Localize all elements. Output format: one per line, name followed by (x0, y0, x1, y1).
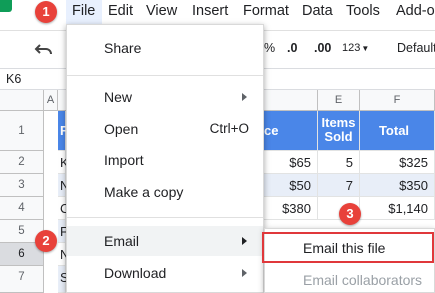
menu-item-make-copy[interactable]: Make a copy (67, 177, 263, 207)
menu-divider (67, 75, 263, 76)
increase-decimal-button[interactable]: .00 (314, 41, 331, 55)
cell-peek[interactable]: F (58, 220, 68, 243)
row-header-3[interactable]: 3 (0, 174, 44, 197)
menu-insert[interactable]: Insert (192, 3, 228, 19)
menu-item-label: Download (104, 265, 167, 281)
shortcut-label: Ctrl+O (209, 121, 249, 136)
menu-item-email[interactable]: Email (67, 226, 263, 256)
menu-item-label: Import (104, 152, 144, 168)
row-header-1[interactable]: 1 (0, 111, 44, 151)
column-header-e[interactable]: E (318, 90, 360, 111)
menu-item-email-collaborators[interactable]: Email collaborators (265, 265, 434, 293)
row-header-4[interactable]: 4 (0, 197, 44, 220)
total-cell[interactable]: $325 (360, 151, 435, 174)
submenu-arrow-icon (242, 237, 247, 245)
select-all-corner[interactable] (0, 90, 44, 111)
step-badge-2: 2 (35, 230, 57, 252)
menu-tools[interactable]: Tools (346, 3, 380, 19)
menu-edit[interactable]: Edit (108, 3, 133, 19)
font-select[interactable]: Default (397, 41, 435, 55)
menu-item-label: Email (104, 233, 140, 249)
step-badge-1: 1 (35, 1, 57, 23)
file-menu: Share New Open Ctrl+O Import Make a copy… (66, 24, 264, 293)
cell-peek[interactable]: S (58, 266, 69, 293)
menu-item-share[interactable]: Share (67, 33, 263, 63)
menu-item-import[interactable]: Import (67, 145, 263, 175)
menu-item-open[interactable]: Open Ctrl+O (67, 114, 263, 144)
step-badge-3: 3 (339, 203, 361, 225)
price-cell[interactable]: $65 (264, 151, 318, 174)
price-cell[interactable]: $380 (264, 197, 318, 220)
cell-peek[interactable]: N (58, 174, 69, 197)
menu-item-label: Make a copy (104, 184, 184, 200)
number-format-button[interactable]: 123▼ (342, 42, 369, 54)
price-cell[interactable]: $50 (264, 174, 318, 197)
name-box[interactable]: K6 (6, 72, 21, 86)
total-cell[interactable]: $350 (360, 174, 435, 197)
percent-format-button[interactable]: % (264, 41, 275, 55)
menu-data[interactable]: Data (302, 3, 333, 19)
menu-item-label: New (104, 89, 133, 105)
column-header-a[interactable]: A (44, 90, 58, 111)
header-total-cell[interactable]: Total (360, 111, 435, 151)
menu-item-new[interactable]: New (67, 82, 263, 112)
cell-peek[interactable]: N (58, 243, 69, 266)
items-sold-cell[interactable]: 5 (318, 151, 360, 174)
column-header-f[interactable]: F (360, 90, 435, 111)
menu-item-label: Email collaborators (303, 272, 423, 288)
menu-divider (67, 217, 263, 218)
items-sold-cell[interactable]: 7 (318, 174, 360, 197)
menu-file[interactable]: File (66, 0, 102, 24)
number-format-label: 123 (342, 42, 361, 54)
menu-item-label: Share (104, 40, 142, 56)
decrease-decimal-button[interactable]: .0 (287, 41, 297, 55)
total-cell[interactable]: $1,140 (360, 197, 435, 220)
cell-peek[interactable]: K (58, 151, 69, 174)
menu-view[interactable]: View (146, 3, 177, 19)
sheets-logo (0, 0, 12, 12)
header-price-cell[interactable]: ce (264, 111, 318, 151)
menu-item-label: Open (104, 121, 139, 137)
row-header-2[interactable]: 2 (0, 151, 44, 174)
menu-format[interactable]: Format (243, 3, 289, 19)
header-peek-cell[interactable]: F (58, 111, 68, 151)
menu-item-download[interactable]: Download (67, 258, 263, 288)
undo-icon[interactable] (34, 39, 54, 59)
header-items-sold-cell[interactable]: Items Sold (318, 111, 360, 151)
submenu-arrow-icon (242, 93, 247, 101)
submenu-arrow-icon (242, 269, 247, 277)
cell-peek[interactable]: C (58, 197, 69, 220)
chevron-down-icon: ▼ (361, 44, 370, 53)
menubar: File Edit View Insert Format Data Tools … (0, 0, 435, 24)
menu-addons[interactable]: Add-on (396, 3, 435, 19)
row-header-7[interactable]: 7 (0, 266, 44, 293)
highlight-box (262, 232, 434, 263)
